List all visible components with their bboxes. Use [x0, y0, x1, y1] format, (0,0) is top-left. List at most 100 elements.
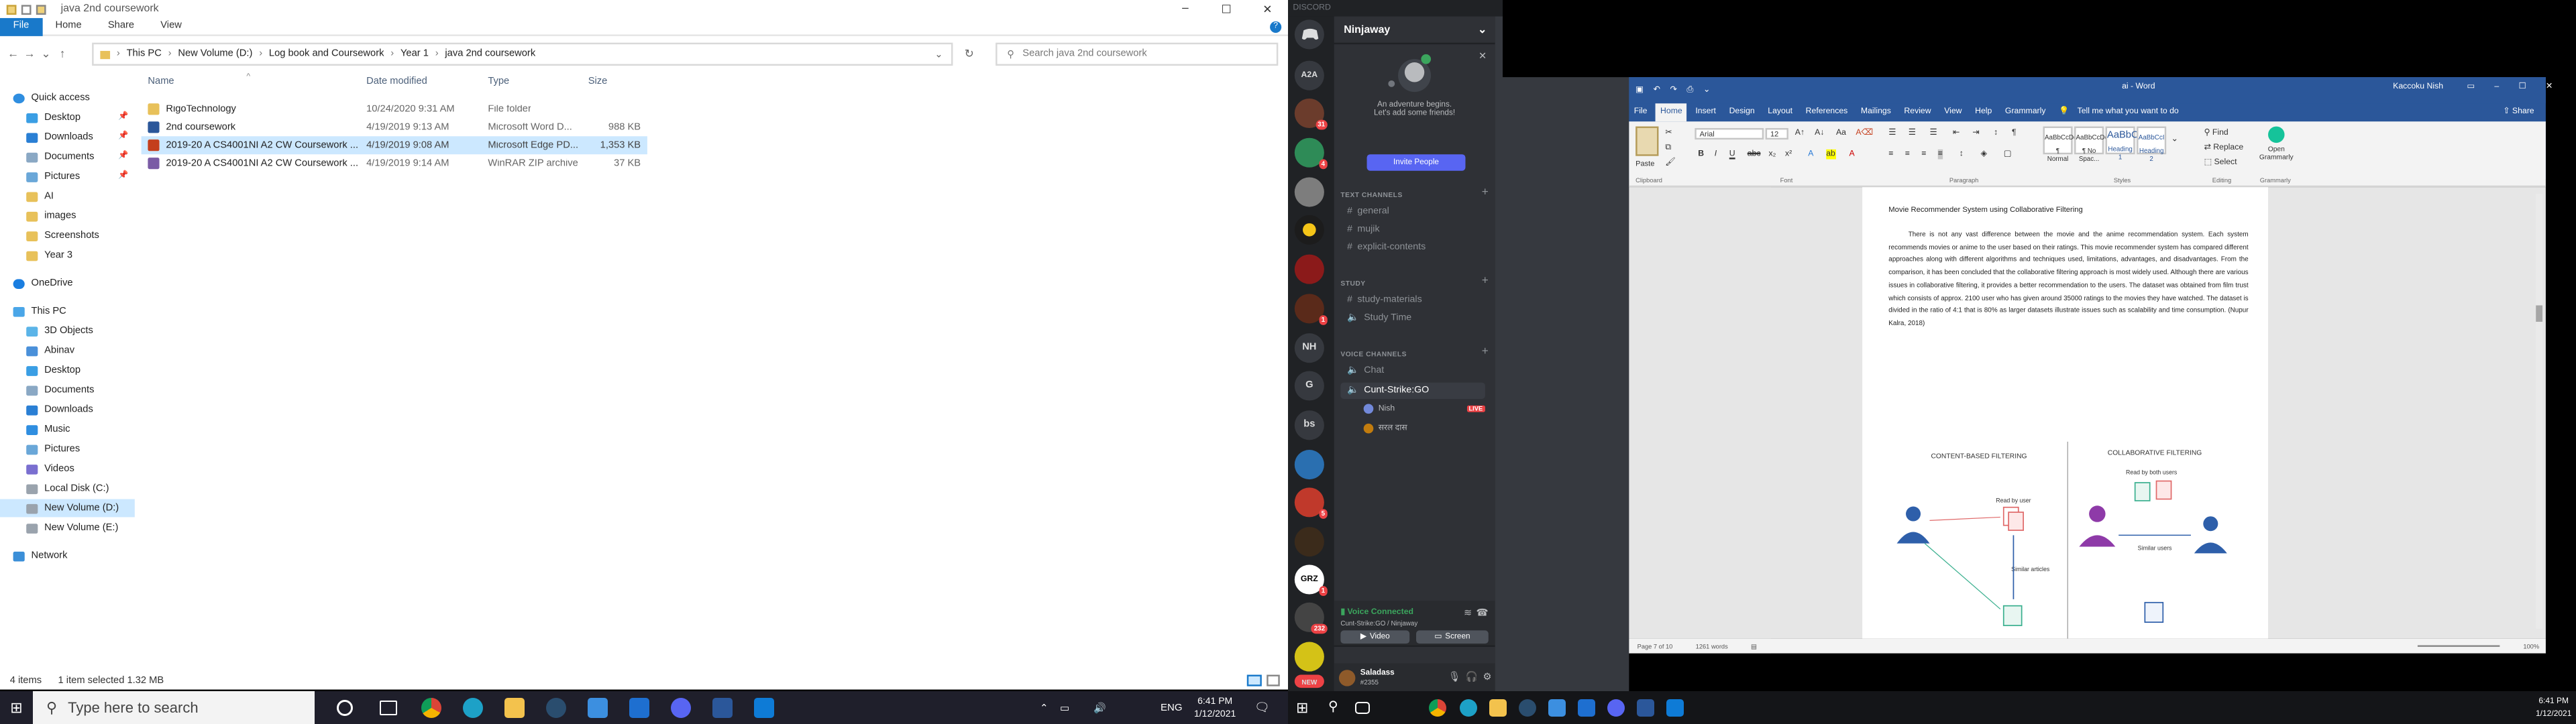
nav-pictures[interactable]: Pictures	[26, 168, 80, 186]
tab-insert[interactable]: Insert	[1690, 103, 1721, 121]
clear-format-icon[interactable]: A⌫	[1856, 128, 1872, 138]
cut-icon[interactable]: ✂	[1665, 128, 1672, 138]
microphone-icon[interactable]: 🎙	[1448, 672, 1461, 683]
share-button[interactable]: ⇧ Share	[2503, 103, 2534, 121]
text-effects-icon[interactable]: A	[1808, 149, 1813, 160]
strikethrough-icon[interactable]: abc	[1748, 149, 1761, 160]
nav-network[interactable]: Network	[13, 547, 67, 565]
edge-icon[interactable]	[463, 698, 483, 718]
multilevel-list-icon[interactable]: ☰	[1930, 128, 1937, 138]
show-hidden-icons[interactable]: ⌃	[1040, 702, 1049, 714]
column-date[interactable]: Date modified	[366, 77, 427, 87]
ribbon-display-icon[interactable]: ▭	[2467, 82, 2475, 92]
clock-secondary[interactable]: 6:41 PM 1/12/2021	[2536, 695, 2571, 720]
nav-ai[interactable]: AI	[26, 187, 54, 205]
windows-start-icon[interactable]: ⊞	[1296, 699, 1308, 717]
undo-icon[interactable]: ↶	[1653, 85, 1660, 95]
align-left-icon[interactable]: ≡	[1888, 149, 1893, 160]
channel-study-materials[interactable]: # study-materials	[1340, 292, 1485, 308]
nav-downloads[interactable]: Downloads	[26, 128, 93, 146]
paste-label[interactable]: Paste	[1635, 160, 1654, 168]
file-explorer-icon[interactable]	[504, 698, 525, 718]
nav-onedrive[interactable]: OneDrive	[13, 274, 73, 292]
voice-connected-status[interactable]: ▮ Voice Connected	[1340, 607, 1413, 617]
tab-grammarly[interactable]: Grammarly	[2000, 103, 2051, 121]
word-taskbar-icon[interactable]	[1637, 699, 1654, 717]
server-name-header[interactable]: Ninjaway ⌄	[1334, 16, 1495, 45]
document-page[interactable]: Movie Recommender System using Collabora…	[1862, 187, 2269, 639]
channel-general[interactable]: # general	[1340, 204, 1485, 220]
help-icon[interactable]: ?	[1270, 21, 1282, 33]
add-channel-icon[interactable]: +	[1482, 187, 1489, 198]
tab-view[interactable]: View	[1939, 103, 1967, 121]
tab-home[interactable]: Home	[42, 17, 95, 36]
forward-arrow-icon[interactable]: →	[21, 48, 38, 60]
mail-icon[interactable]	[1578, 699, 1595, 717]
copy-icon[interactable]: ⧉	[1665, 143, 1671, 153]
nav-desktop[interactable]: Desktop	[26, 109, 80, 127]
screen-share-button[interactable]: ▭ Screen	[1416, 630, 1489, 644]
maximize-button[interactable]: ☐	[2519, 82, 2526, 92]
server-avatar[interactable]: 5	[1294, 487, 1328, 519]
nav-videos[interactable]: Videos	[26, 460, 74, 478]
align-center-icon[interactable]: ≡	[1905, 149, 1910, 160]
taskbar-search[interactable]: ⚲ Type here to search	[33, 691, 315, 724]
add-channel-icon[interactable]: +	[1482, 276, 1489, 287]
refresh-icon[interactable]: ↻	[965, 48, 974, 60]
search-icon[interactable]: ⚲	[1328, 698, 1348, 718]
sort-icon[interactable]: ↕	[1994, 128, 1998, 138]
justify-icon[interactable]: ≡	[1937, 149, 1943, 160]
align-right-icon[interactable]: ≡	[1921, 149, 1926, 160]
print-icon[interactable]: ⎙	[1686, 85, 1693, 95]
tab-view[interactable]: View	[148, 17, 195, 36]
highlight-icon[interactable]: ab	[1826, 149, 1835, 160]
server-avatar[interactable]	[1294, 177, 1324, 207]
zoom-level[interactable]: 100%	[2523, 643, 2539, 650]
discord-taskbar-icon[interactable]	[671, 698, 691, 718]
server-avatar[interactable]: 4	[1294, 137, 1328, 170]
add-channel-icon[interactable]: +	[1482, 347, 1489, 358]
edge-icon[interactable]	[1460, 699, 1477, 717]
discord-home-icon[interactable]	[1294, 19, 1324, 50]
format-painter-icon[interactable]: 🖌	[1665, 158, 1676, 168]
chrome-icon[interactable]	[1429, 699, 1446, 717]
tell-me-search[interactable]: Tell me what you want to do	[2078, 103, 2179, 121]
server-nh[interactable]: NH	[1294, 333, 1324, 363]
italic-icon[interactable]: I	[1715, 149, 1717, 160]
select-button[interactable]: ⬚ Select	[2204, 158, 2237, 168]
increase-indent-icon[interactable]: ⇥	[1972, 128, 1979, 138]
autosave-icon[interactable]: ▣	[1635, 85, 1644, 95]
tab-mailings[interactable]: Mailings	[1856, 103, 1896, 121]
server-avatar[interactable]	[1294, 450, 1324, 480]
file-row[interactable]: RigoTechnology 10/24/2020 9:31 AM File f…	[142, 100, 647, 118]
open-grammarly-button[interactable]: Open Grammarly	[2257, 126, 2296, 161]
nav-images[interactable]: images	[26, 207, 76, 225]
channel-mujik[interactable]: # mujik	[1340, 222, 1485, 238]
steam-icon[interactable]	[1519, 699, 1536, 717]
find-button[interactable]: ⚲ Find	[2204, 128, 2229, 138]
cortana-icon[interactable]	[337, 700, 353, 716]
nav-quick-access[interactable]: Quick access	[13, 88, 90, 107]
nav-screenshots[interactable]: Screenshots	[26, 227, 99, 245]
paste-icon[interactable]	[1635, 126, 1659, 156]
proofing-icon[interactable]: ▤	[1751, 642, 1757, 650]
category-text-channels[interactable]: TEXT CHANNELS	[1340, 190, 1402, 198]
breadcrumb-this-pc[interactable]: This PC	[127, 49, 162, 59]
shading-icon[interactable]: ◈	[1980, 149, 1986, 160]
task-view-icon[interactable]	[380, 701, 397, 715]
tab-review[interactable]: Review	[1899, 103, 1936, 121]
breadcrumb-new-volume[interactable]: New Volume (D:)	[178, 49, 252, 59]
nav-pc-desktop[interactable]: Desktop	[26, 361, 80, 379]
tab-references[interactable]: References	[1801, 103, 1852, 121]
chevron-down-icon[interactable]: ⌄	[38, 48, 54, 60]
nav-abinav[interactable]: Abinav	[26, 341, 74, 359]
server-avatar[interactable]	[1294, 254, 1324, 284]
bold-icon[interactable]: B	[1698, 149, 1704, 160]
chrome-icon[interactable]	[421, 698, 441, 718]
font-size-select[interactable]: 12	[1765, 128, 1788, 140]
server-avatar[interactable]: 232	[1294, 602, 1328, 634]
file-row[interactable]: 2019-20 A CS4001NI A2 CW Coursework ... …	[142, 154, 647, 172]
tab-share[interactable]: Share	[95, 17, 147, 36]
server-avatar[interactable]: 31	[1294, 98, 1328, 130]
minimize-button[interactable]: –	[1165, 0, 1205, 18]
